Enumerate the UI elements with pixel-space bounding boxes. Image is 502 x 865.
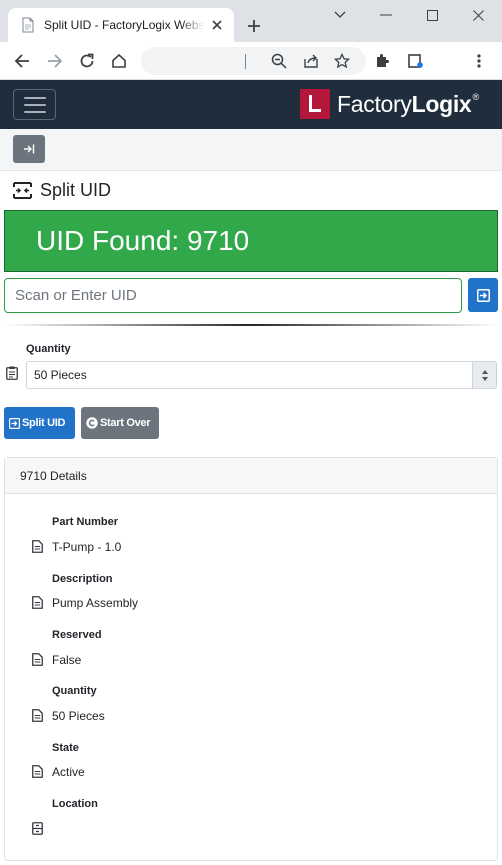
browser-tab[interactable]: Split UID - FactoryLogix Website: [8, 8, 234, 42]
enter-icon: [9, 417, 20, 429]
part-number-label: Part Number: [52, 516, 119, 528]
copyright-circle-icon: [86, 417, 98, 429]
page-favicon-icon: [20, 17, 36, 33]
reload-icon: [80, 53, 94, 68]
section-divider: [4, 324, 498, 326]
enter-icon: [476, 288, 490, 302]
app-navbar: FactoryLogix®: [0, 80, 502, 129]
browser-tabstrip: Split UID - FactoryLogix Website: [0, 0, 502, 42]
document-icon: [32, 765, 43, 783]
quantity-detail-value: 50 Pieces: [52, 709, 105, 723]
spinner-up-icon[interactable]: [481, 369, 488, 374]
submit-uid-button[interactable]: [468, 278, 498, 312]
document-icon: [32, 709, 43, 727]
state-label: State: [52, 742, 79, 754]
forward-arrow-icon: [48, 54, 63, 68]
sidepanel-button[interactable]: [403, 49, 427, 73]
address-bar[interactable]: [141, 47, 366, 75]
cabinet-icon: [32, 822, 43, 840]
minimize-button[interactable]: [363, 0, 409, 30]
minimize-icon: [380, 14, 392, 16]
spinner-down-icon[interactable]: [481, 376, 488, 381]
uid-found-message: UID Found: 9710: [36, 225, 250, 256]
quantity-value: 50 Pieces: [34, 368, 87, 382]
description-value: Pump Assembly: [52, 596, 139, 610]
window-chevron-button[interactable]: [317, 0, 363, 30]
brand-logo[interactable]: FactoryLogix®: [300, 89, 479, 119]
home-icon: [112, 53, 126, 68]
maximize-button[interactable]: [409, 0, 455, 30]
reserved-value: False: [52, 653, 82, 667]
plus-icon: [248, 20, 260, 32]
kebab-menu-icon: [477, 54, 481, 68]
share-icon: [304, 54, 318, 68]
bookmark-button[interactable]: [330, 49, 354, 73]
new-tab-button[interactable]: [242, 14, 266, 38]
hamburger-line: [23, 96, 46, 99]
back-arrow-icon: [14, 54, 29, 68]
split-uid-label: Split UID: [22, 417, 66, 429]
home-button[interactable]: [107, 49, 131, 73]
description-label: Description: [52, 573, 113, 585]
part-number-value: T-Pump - 1.0: [52, 540, 122, 554]
back-button[interactable]: [10, 49, 34, 73]
clipboard-icon: [6, 366, 18, 385]
reload-button[interactable]: [75, 49, 99, 73]
page-title-row: Split UID: [13, 180, 111, 201]
chevron-down-icon: [334, 11, 346, 18]
quantity-detail-label: Quantity: [52, 685, 97, 697]
split-icon: [13, 182, 32, 199]
state-value: Active: [52, 765, 85, 779]
document-icon: [32, 540, 43, 558]
quantity-stepper[interactable]: 50 Pieces: [26, 361, 497, 389]
address-bar-separator: [245, 54, 246, 69]
quantity-spinner[interactable]: [472, 362, 496, 388]
tab-title: Split UID - FactoryLogix Website: [44, 18, 204, 32]
share-button[interactable]: [299, 49, 323, 73]
arrow-to-right-icon: [24, 144, 35, 154]
extensions-puzzle-icon: [377, 54, 389, 67]
details-card: 9710 Details Part Number T-Pump - 1.0 De…: [4, 457, 498, 861]
uid-found-banner: UID Found: 9710: [4, 210, 498, 272]
sidebar-collapse-button[interactable]: [13, 135, 45, 163]
close-icon: [472, 9, 484, 21]
maximize-icon: [426, 9, 438, 21]
browser-menu-button[interactable]: [467, 49, 491, 73]
start-over-button[interactable]: Start Over: [81, 407, 159, 439]
quantity-label: Quantity: [26, 343, 71, 355]
start-over-label: Start Over: [100, 417, 151, 429]
extensions-button[interactable]: [370, 49, 394, 73]
page-title: Split UID: [40, 180, 112, 200]
zoom-icon: [271, 53, 287, 69]
star-icon: [334, 53, 350, 69]
reserved-label: Reserved: [52, 629, 102, 641]
menu-toggle-button[interactable]: [13, 89, 56, 120]
zoom-button[interactable]: [267, 49, 291, 73]
document-icon: [32, 653, 43, 671]
uid-scan-input[interactable]: [4, 278, 462, 313]
location-label: Location: [52, 798, 98, 810]
split-uid-button[interactable]: Split UID: [4, 407, 75, 439]
document-icon: [32, 596, 43, 614]
hamburger-line: [23, 110, 46, 113]
browser-toolbar: [0, 42, 502, 80]
brand-mark-icon: [300, 89, 330, 119]
brand-name: FactoryLogix®: [337, 90, 479, 117]
details-card-header: 9710 Details: [5, 458, 497, 494]
sidepanel-icon: [408, 54, 423, 68]
tab-close-icon[interactable]: [208, 16, 226, 34]
app-subbar: [0, 129, 502, 171]
hamburger-line: [23, 103, 46, 106]
forward-button[interactable]: [43, 49, 67, 73]
window-close-button[interactable]: [455, 0, 501, 30]
